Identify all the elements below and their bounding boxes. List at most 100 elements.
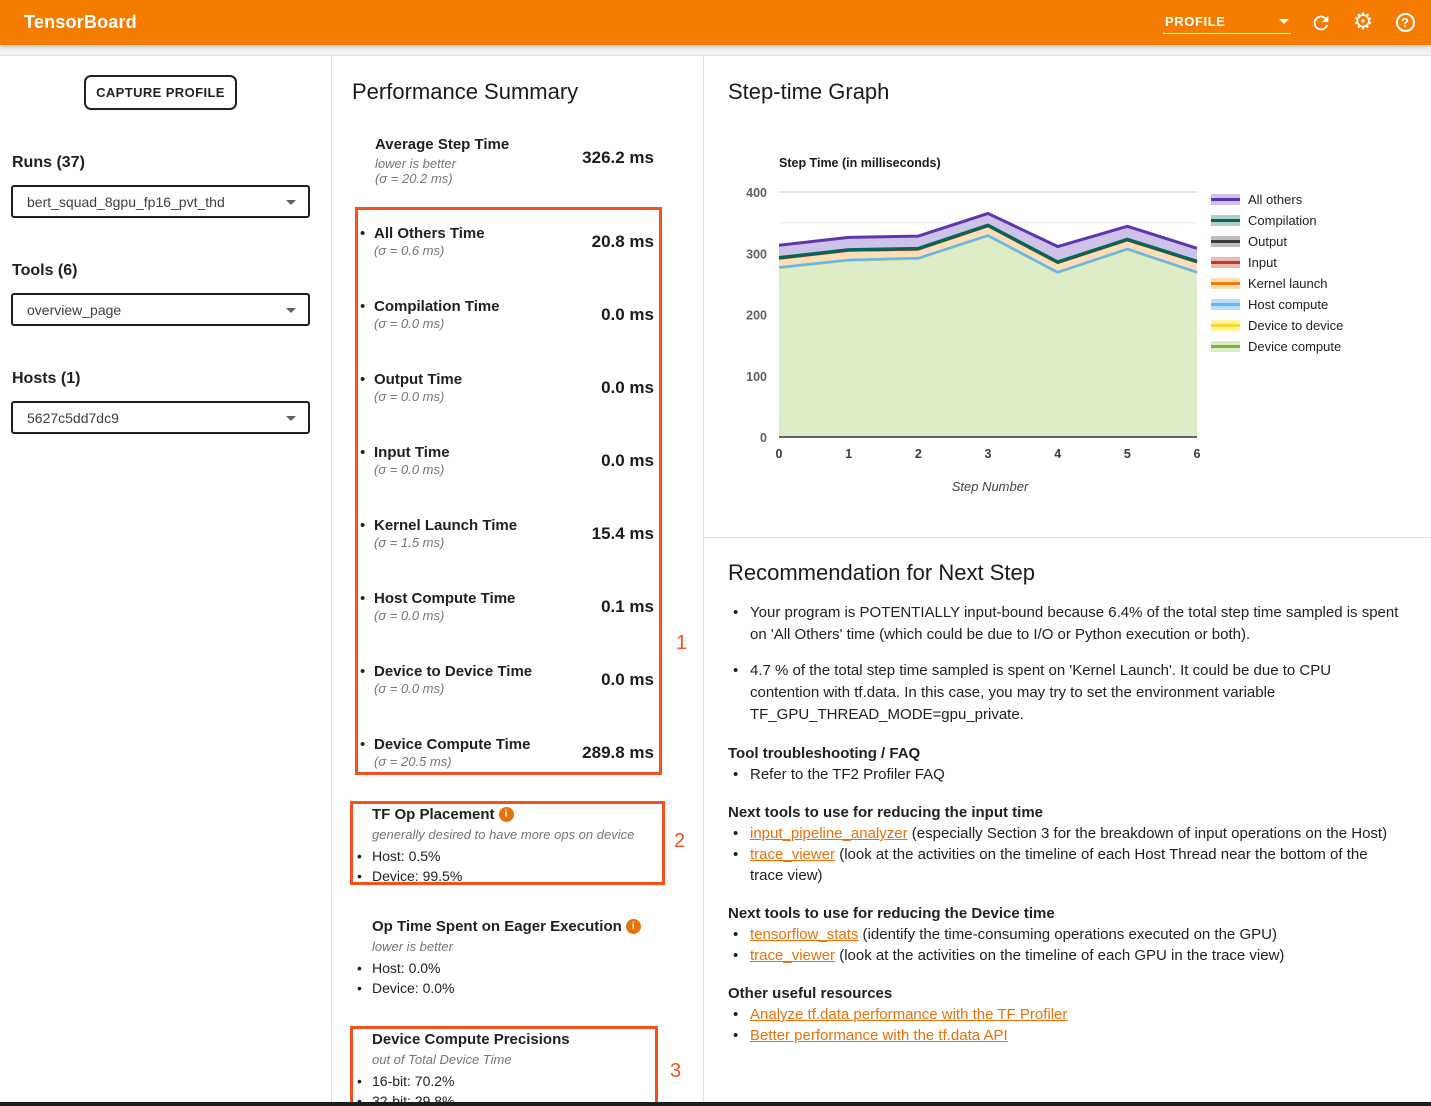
recommendation-link[interactable]: trace_viewer [750,846,835,863]
recommendation-link[interactable]: tensorflow_stats [750,926,858,943]
help-icon[interactable]: ? [1393,11,1417,35]
tensorboard-profile-page: TensorBoard PROFILE ⚙ ? CAPTURE PROFILE … [0,0,1431,1106]
legend-item: Device to device [1211,315,1343,336]
metric-row: •Host Compute Time(σ = 0.0 ms)0.1 ms [358,590,654,656]
legend-item: Output [1211,231,1343,252]
legend-item: Host compute [1211,294,1343,315]
recommendation-link[interactable]: trace_viewer [750,947,835,964]
legend-item: Device compute [1211,336,1343,357]
chart-legend: All others Compilation Output Input Kernel l… [1211,189,1343,357]
recommendation-heading: Next tools to use for reducing the input… [728,803,1400,823]
tools-select[interactable]: overview_page [11,293,310,326]
recommendation-bullet: Your program is POTENTIALLY input-bound … [728,602,1400,646]
recommendation-text: Refer to the TF2 Profiler FAQ [750,766,945,783]
svg-text:300: 300 [746,247,767,261]
bullet: • [360,517,365,534]
svg-text:3: 3 [985,447,992,461]
hosts-label: Hosts (1) [12,370,80,388]
sidebar-divider [331,56,332,1106]
bullet: • [360,444,365,461]
dropdown-arrow-icon [286,416,296,421]
legend-label: Input [1248,255,1277,270]
metric-value: 0.0 ms [601,305,654,325]
svg-text:6: 6 [1194,447,1201,461]
tools-select-value: overview_page [27,302,121,318]
recommendation-text: (identify the time-consuming operations … [858,926,1277,943]
chart-recommendation-divider [704,537,1431,538]
dashboard-selector-value: PROFILE [1165,14,1226,29]
legend-label: Host compute [1248,297,1328,312]
hosts-select-value: 5627c5dd7dc9 [27,410,119,426]
legend-swatch-icon [1211,299,1240,310]
svg-text:4: 4 [1054,447,1061,461]
info-icon[interactable]: i [626,919,641,934]
runs-select[interactable]: bert_squad_8gpu_fp16_pvt_thd [11,185,310,218]
dropdown-arrow-icon [286,200,296,205]
metric-rows: •All Others Time(σ = 0.6 ms)20.8 ms •Comp… [358,218,654,778]
recommendation-section: Recommendation for Next Step Your progra… [728,560,1400,1046]
metric-row: •Input Time(σ = 0.0 ms)0.0 ms [358,444,654,510]
metric-value: 15.4 ms [592,524,654,544]
legend-label: Device to device [1248,318,1343,333]
annotation-number-2: 2 [674,830,685,853]
svg-text:5: 5 [1124,447,1131,461]
runs-label: Runs (37) [12,154,85,172]
runs-select-value: bert_squad_8gpu_fp16_pvt_thd [27,194,225,210]
metric-value: 0.0 ms [601,670,654,690]
bottom-edge-bar [0,1102,1431,1106]
bullet: • [360,663,365,680]
device-compute-precisions-block: Device Compute Precisions out of Total D… [356,1031,651,1106]
legend-label: Kernel launch [1248,276,1328,291]
legend-label: Compilation [1248,213,1317,228]
refresh-icon[interactable] [1309,11,1333,35]
legend-swatch-icon [1211,320,1240,331]
recommendation-text: (look at the activities on the timeline … [750,846,1368,884]
metric-value: 289.8 ms [582,743,654,763]
svg-text:400: 400 [746,186,767,200]
metric-row: •Output Time(σ = 0.0 ms)0.0 ms [358,371,654,437]
list-item: Host: 0.0% [356,958,666,978]
recommendation-link[interactable]: Analyze tf.data performance with the TF … [750,1006,1067,1023]
metric-row: •Compilation Time(σ = 0.0 ms)0.0 ms [358,298,654,364]
average-step-time-value: 326.2 ms [454,148,654,168]
dashboard-selector[interactable]: PROFILE [1163,12,1291,34]
recommendation-item: trace_viewer (look at the activities on … [728,844,1400,886]
recommendation-heading: Tool troubleshooting / FAQ [728,744,1400,764]
legend-label: Output [1248,234,1287,249]
legend-item: Kernel launch [1211,273,1343,294]
list-item: Host: 0.5% [356,846,656,866]
metric-row: •Device Compute Time(σ = 20.5 ms)289.8 m… [358,736,654,802]
annotation-number-1: 1 [676,632,687,655]
metric-value: 0.0 ms [601,378,654,398]
recommendation-item: input_pipeline_analyzer (especially Sect… [728,823,1400,844]
recommendation-item: Refer to the TF2 Profiler FAQ [728,764,1400,785]
recommendation-item: Analyze tf.data performance with the TF … [728,1004,1400,1025]
recommendation-link[interactable]: Better performance with the tf.data API [750,1027,1008,1044]
legend-swatch-icon [1211,278,1240,289]
metric-value: 0.0 ms [601,451,654,471]
bullet: • [360,590,365,607]
settings-gear-icon[interactable]: ⚙ [1351,11,1375,35]
bullet: • [360,371,365,388]
list-item: Device: 99.5% [356,866,656,886]
recommendation-text: (look at the activities on the timeline … [835,947,1284,964]
list-item: Device: 0.0% [356,978,666,998]
recommendation-item: trace_viewer (look at the activities on … [728,945,1400,966]
recommendation-text: (especially Section 3 for the breakdown … [908,825,1387,842]
metric-row: •Kernel Launch Time(σ = 1.5 ms)15.4 ms [358,517,654,583]
recommendation-heading: Next tools to use for reducing the Devic… [728,904,1400,924]
capture-profile-button[interactable]: CAPTURE PROFILE [84,75,237,110]
legend-item: All others [1211,189,1343,210]
metric-value: 0.1 ms [601,597,654,617]
annotation-number-3: 3 [670,1060,681,1083]
bullet: • [360,298,365,315]
metric-row: •Device to Device Time(σ = 0.0 ms)0.0 ms [358,663,654,729]
recommendation-link[interactable]: input_pipeline_analyzer [750,825,908,842]
metric-row: •All Others Time(σ = 0.6 ms)20.8 ms [358,225,654,291]
eager-execution-block: Op Time Spent on Eager Executioni lower … [356,918,666,998]
performance-summary-title: Performance Summary [352,79,578,105]
bullet: • [360,736,365,753]
info-icon[interactable]: i [499,807,514,822]
hosts-select[interactable]: 5627c5dd7dc9 [11,401,310,434]
chart-x-axis-label: Step Number [890,479,1090,494]
